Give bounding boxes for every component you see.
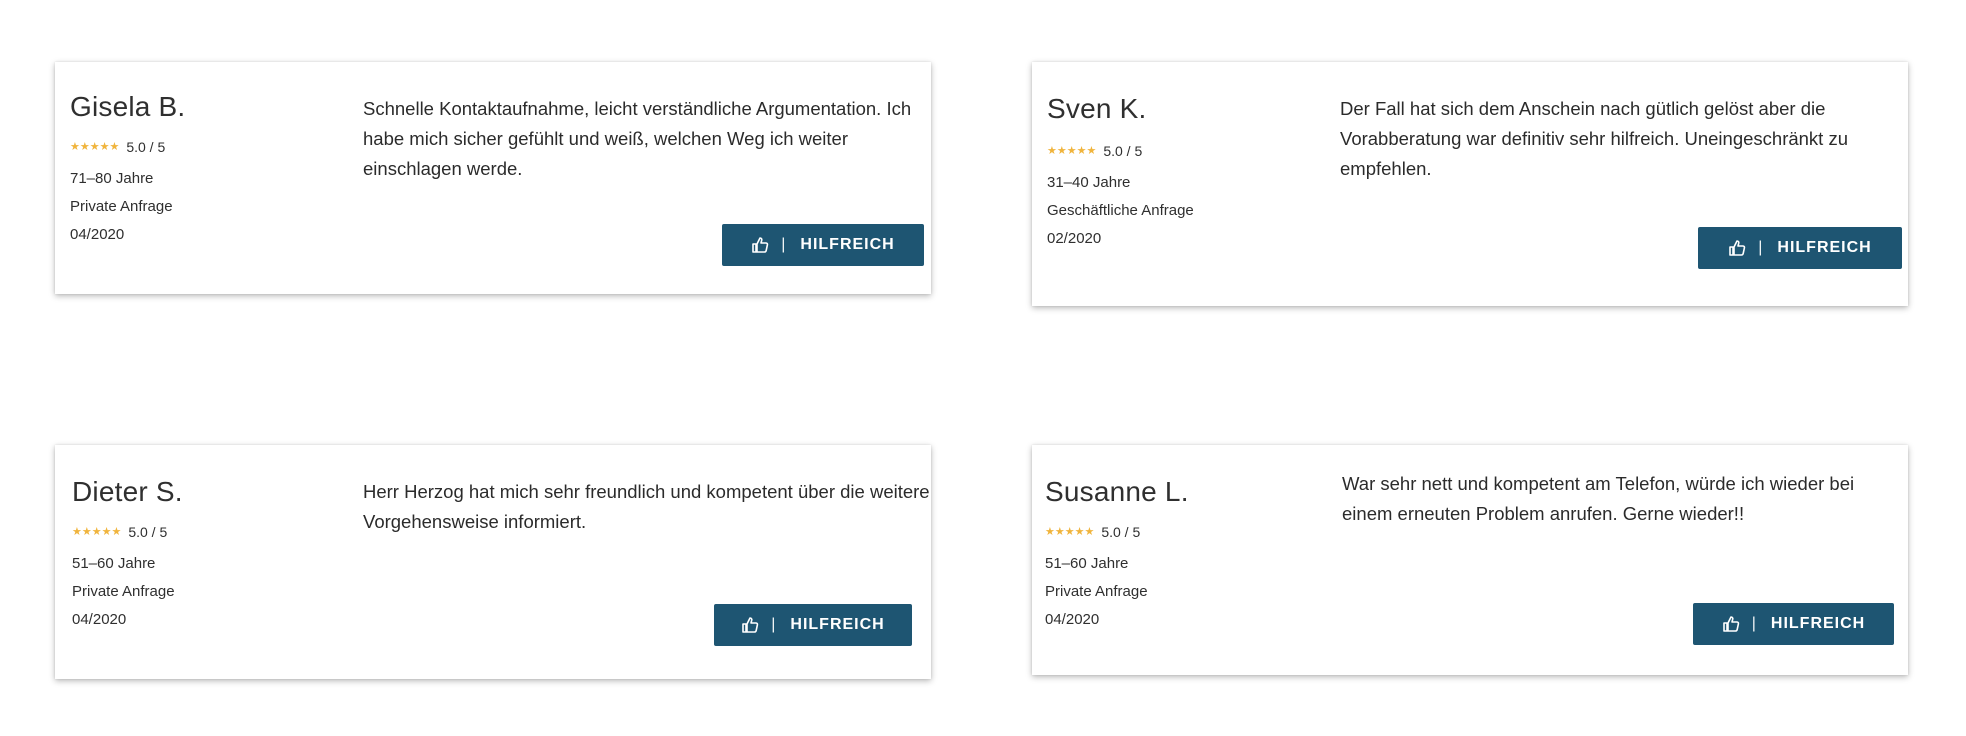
review-date: 02/2020: [1047, 230, 1102, 247]
review-text: War sehr nett und kompetent am Telefon, …: [1342, 473, 1855, 524]
rating: ★★★★★ 5.0 / 5: [72, 523, 322, 541]
button-separator: |: [781, 236, 787, 253]
age-group: 31–40 Jahre: [1047, 174, 1131, 191]
inquiry-type: Private Anfrage: [70, 198, 173, 215]
reviewer-name: Susanne L.: [1045, 476, 1189, 507]
rating-value: 5.0 / 5: [128, 524, 168, 540]
review-date: 04/2020: [1045, 611, 1100, 628]
reviewer-name: Dieter S.: [72, 476, 183, 507]
reviewer-info: Gisela B. ★★★★★ 5.0 / 5 71–80 Jahre Priv…: [70, 90, 320, 249]
thumbs-up-icon: [1728, 239, 1746, 257]
age-group: 51–60 Jahre: [72, 555, 156, 572]
thumbs-up-icon: [1722, 615, 1740, 633]
rating-value: 5.0 / 5: [1103, 143, 1143, 159]
button-separator: |: [1758, 239, 1764, 256]
review-card-susanne: Susanne L. ★★★★★ 5.0 / 5 51–60 Jahre Pri…: [1032, 445, 1908, 675]
review-text: Schnelle Kontaktaufnahme, leicht verstän…: [363, 98, 912, 179]
thumbs-up-icon: [751, 236, 769, 254]
reviewer-name: Sven K.: [1047, 93, 1147, 124]
review-card-dieter: Dieter S. ★★★★★ 5.0 / 5 51–60 Jahre Priv…: [55, 445, 931, 679]
star-rating-icon: ★★★★★: [70, 141, 120, 153]
star-rating-icon: ★★★★★: [1047, 145, 1097, 157]
review-card-gisela: Gisela B. ★★★★★ 5.0 / 5 71–80 Jahre Priv…: [55, 62, 931, 294]
rating: ★★★★★ 5.0 / 5: [1047, 142, 1297, 160]
button-separator: |: [1751, 615, 1757, 632]
helpful-button[interactable]: | HILFREICH: [714, 604, 912, 646]
review-date: 04/2020: [72, 611, 127, 628]
review-date: 04/2020: [70, 226, 125, 243]
inquiry-type: Geschäftliche Anfrage: [1047, 202, 1194, 219]
review-text: Der Fall hat sich dem Anschein nach gütl…: [1340, 98, 1849, 179]
rating-value: 5.0 / 5: [126, 139, 166, 155]
review-text: Herr Herzog hat mich sehr freundlich und…: [363, 481, 930, 532]
thumbs-up-icon: [741, 616, 759, 634]
star-rating-icon: ★★★★★: [1045, 526, 1095, 538]
helpful-label: HILFREICH: [800, 236, 895, 253]
reviewer-meta: 31–40 Jahre Geschäftliche Anfrage 02/202…: [1047, 169, 1297, 253]
helpful-label: HILFREICH: [1770, 615, 1866, 632]
rating-value: 5.0 / 5: [1101, 524, 1141, 540]
review-card-sven: Sven K. ★★★★★ 5.0 / 5 31–40 Jahre Geschä…: [1032, 62, 1908, 306]
reviewer-meta: 51–60 Jahre Private Anfrage 04/2020: [1045, 550, 1295, 634]
age-group: 71–80 Jahre: [70, 170, 154, 187]
reviewer-meta: 51–60 Jahre Private Anfrage 04/2020: [72, 550, 322, 634]
reviewer-meta: 71–80 Jahre Private Anfrage 04/2020: [70, 165, 320, 249]
reviewer-name: Gisela B.: [70, 91, 186, 122]
age-group: 51–60 Jahre: [1045, 555, 1129, 572]
rating: ★★★★★ 5.0 / 5: [70, 138, 320, 156]
helpful-label: HILFREICH: [1777, 239, 1872, 256]
helpful-button[interactable]: | HILFREICH: [1693, 603, 1894, 645]
inquiry-type: Private Anfrage: [72, 583, 175, 600]
button-separator: |: [771, 616, 777, 633]
helpful-button[interactable]: | HILFREICH: [722, 224, 924, 266]
rating: ★★★★★ 5.0 / 5: [1045, 523, 1295, 541]
helpful-label: HILFREICH: [790, 616, 885, 633]
reviewer-info: Sven K. ★★★★★ 5.0 / 5 31–40 Jahre Geschä…: [1047, 90, 1297, 253]
star-rating-icon: ★★★★★: [72, 526, 122, 538]
helpful-button[interactable]: | HILFREICH: [1698, 227, 1902, 269]
reviewer-info: Dieter S. ★★★★★ 5.0 / 5 51–60 Jahre Priv…: [72, 473, 322, 634]
inquiry-type: Private Anfrage: [1045, 583, 1148, 600]
reviewer-info: Susanne L. ★★★★★ 5.0 / 5 51–60 Jahre Pri…: [1045, 473, 1295, 634]
